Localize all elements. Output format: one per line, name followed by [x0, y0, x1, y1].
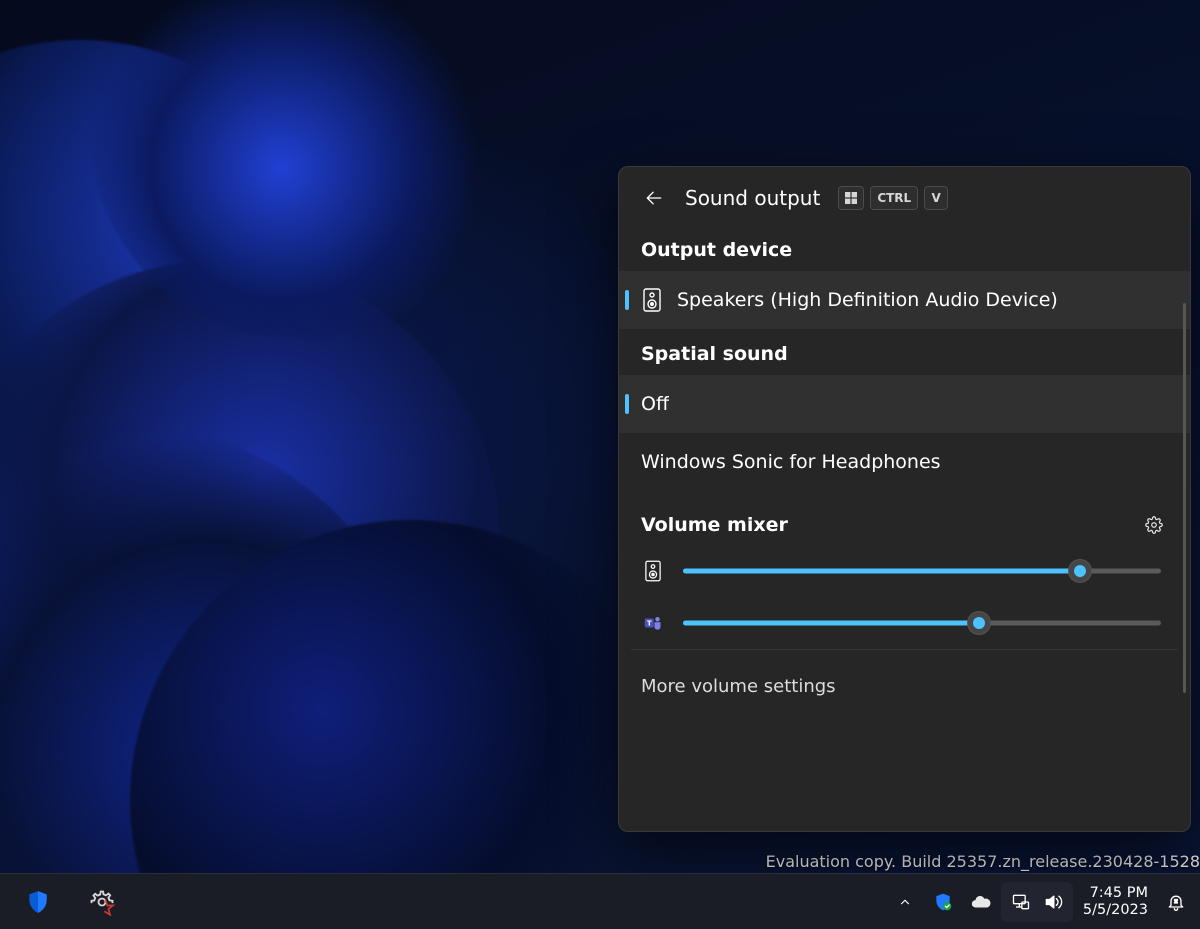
tray-volume-icon[interactable] — [1037, 882, 1069, 922]
cloud-icon — [970, 891, 992, 913]
kbd-v: V — [924, 186, 948, 210]
tray-notifications-button[interactable]: z — [1158, 882, 1194, 922]
spatial-sound-heading: Spatial sound — [619, 329, 1190, 375]
notification-dnd-icon: z — [1166, 892, 1186, 912]
slider-thumb[interactable] — [1069, 560, 1091, 582]
mixer-row-system — [619, 545, 1190, 597]
svg-text:z: z — [1174, 898, 1178, 904]
flyout-scrollbar[interactable] — [1183, 303, 1186, 693]
volume-mixer-header: Volume mixer — [619, 491, 1190, 545]
tray-network-icon[interactable] — [1005, 882, 1037, 922]
keyboard-shortcut: CTRL V — [838, 186, 948, 210]
arrow-left-icon — [644, 188, 664, 208]
chevron-up-icon — [898, 895, 912, 909]
output-device-option[interactable]: Speakers (High Definition Audio Device) — [619, 271, 1190, 329]
more-volume-settings-link[interactable]: More volume settings — [619, 650, 1190, 713]
tray-windows-security-icon[interactable] — [925, 882, 961, 922]
kbd-win — [838, 186, 864, 210]
mixer-row-teams: T — [619, 597, 1190, 649]
selected-accent-bar — [625, 394, 629, 414]
slider-thumb[interactable] — [968, 612, 990, 634]
ethernet-icon — [1011, 892, 1031, 912]
clock-date: 5/5/2023 — [1083, 902, 1148, 919]
speaker-icon — [1043, 892, 1063, 912]
svg-text:T: T — [647, 619, 652, 627]
desktop: Evaluation copy. Build 25357.zn_release.… — [0, 0, 1200, 929]
selected-accent-bar — [625, 290, 629, 310]
slider-fill — [683, 569, 1080, 574]
volume-slider-teams[interactable] — [683, 611, 1161, 635]
shield-icon — [25, 889, 51, 915]
volume-mixer-heading: Volume mixer — [641, 514, 788, 536]
spatial-sound-label: Windows Sonic for Headphones — [641, 451, 941, 473]
flyout-header: Sound output CTRL V — [619, 167, 1190, 225]
flyout-title: Sound output — [685, 186, 820, 210]
sound-output-flyout: Sound output CTRL V Output device Speake… — [618, 166, 1191, 832]
spatial-sound-option-wsonic[interactable]: Windows Sonic for Headphones — [619, 433, 1190, 491]
taskbar-settings-gear-icon[interactable] — [84, 882, 120, 922]
desktop-watermark: Evaluation copy. Build 25357.zn_release.… — [766, 852, 1200, 871]
teams-app-icon[interactable]: T — [641, 611, 665, 635]
taskbar-right: 7:45 PM 5/5/2023 z — [887, 882, 1194, 922]
back-button[interactable] — [637, 181, 671, 215]
spatial-sound-label: Off — [641, 393, 669, 415]
taskbar-security-icon[interactable] — [20, 882, 56, 922]
gear-icon — [1145, 516, 1163, 534]
output-device-heading: Output device — [619, 225, 1190, 271]
shield-check-icon — [933, 892, 953, 912]
gear-broken-icon — [88, 888, 116, 916]
tray-network-volume-group[interactable] — [1001, 882, 1073, 922]
windows-icon — [845, 192, 857, 204]
clock-time: 7:45 PM — [1083, 885, 1148, 902]
volume-mixer-settings-button[interactable] — [1140, 511, 1168, 539]
speaker-device-icon[interactable] — [641, 559, 665, 583]
kbd-ctrl: CTRL — [870, 186, 918, 210]
speaker-device-icon — [641, 289, 663, 311]
output-device-label: Speakers (High Definition Audio Device) — [677, 289, 1058, 311]
taskbar: 7:45 PM 5/5/2023 z — [0, 873, 1200, 929]
flyout-body: Output device Speakers (High Definition … — [619, 225, 1190, 831]
taskbar-clock[interactable]: 7:45 PM 5/5/2023 — [1075, 885, 1156, 918]
tray-onedrive-icon[interactable] — [963, 882, 999, 922]
slider-fill — [683, 621, 979, 626]
tray-overflow-button[interactable] — [887, 882, 923, 922]
taskbar-left — [6, 882, 120, 922]
volume-slider-system[interactable] — [683, 559, 1161, 583]
spatial-sound-option-off[interactable]: Off — [619, 375, 1190, 433]
